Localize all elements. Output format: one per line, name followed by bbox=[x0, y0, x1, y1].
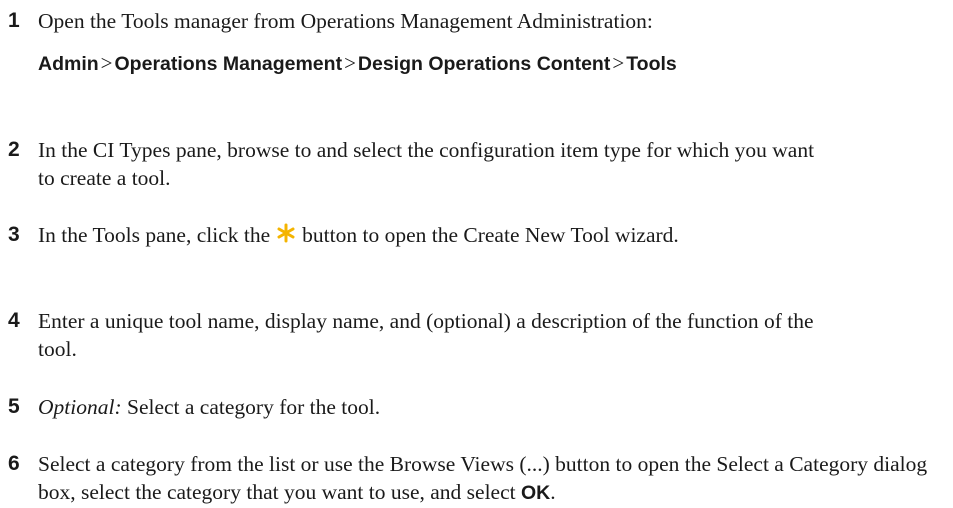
step-number: 6 bbox=[8, 452, 20, 475]
optional-label: Optional: bbox=[38, 395, 122, 419]
step-1: 1 Open the Tools manager from Operations… bbox=[8, 7, 953, 78]
step-number: 5 bbox=[8, 395, 20, 418]
menu-path-item-tools: Tools bbox=[626, 53, 677, 75]
path-separator: > bbox=[612, 51, 625, 75]
step-text: Open the Tools manager from Operations M… bbox=[38, 9, 653, 33]
step-number: 1 bbox=[8, 9, 20, 32]
new-item-star-icon bbox=[276, 222, 296, 250]
step-5: 5 Optional: Select a category for the to… bbox=[8, 393, 938, 421]
step-text: Select a category from the list or use t… bbox=[38, 452, 928, 504]
step-text-after: button to open the Create New Tool wizar… bbox=[302, 223, 679, 247]
step-number: 3 bbox=[8, 223, 20, 246]
menu-path-item-operations-management: Operations Management bbox=[114, 53, 343, 75]
ok-button-reference: OK bbox=[521, 482, 551, 504]
step-number: 2 bbox=[8, 138, 20, 161]
step-text: Enter a unique tool name, display name, … bbox=[38, 309, 814, 361]
step-number: 4 bbox=[8, 309, 20, 332]
menu-path: Admin> Operations Management> Design Opera… bbox=[38, 49, 953, 78]
step-text-end: . bbox=[550, 480, 556, 504]
step-text: In the CI Types pane, browse to and sele… bbox=[38, 138, 815, 190]
step-2: 2 In the CI Types pane, browse to and se… bbox=[8, 136, 828, 192]
menu-path-item-admin: Admin bbox=[38, 53, 99, 75]
path-separator: > bbox=[344, 51, 356, 75]
path-separator: > bbox=[100, 51, 113, 75]
step-text-before: In the Tools pane, click the bbox=[38, 223, 271, 247]
step-text: Select a category for the tool. bbox=[126, 395, 381, 419]
step-3: 3 In the Tools pane, click the button to … bbox=[8, 221, 738, 250]
step-6: 6 Select a category from the list or use… bbox=[8, 450, 943, 507]
step-4: 4 Enter a unique tool name, display name… bbox=[8, 307, 828, 363]
menu-path-item-design-operations-content: Design Operations Content bbox=[357, 53, 611, 75]
